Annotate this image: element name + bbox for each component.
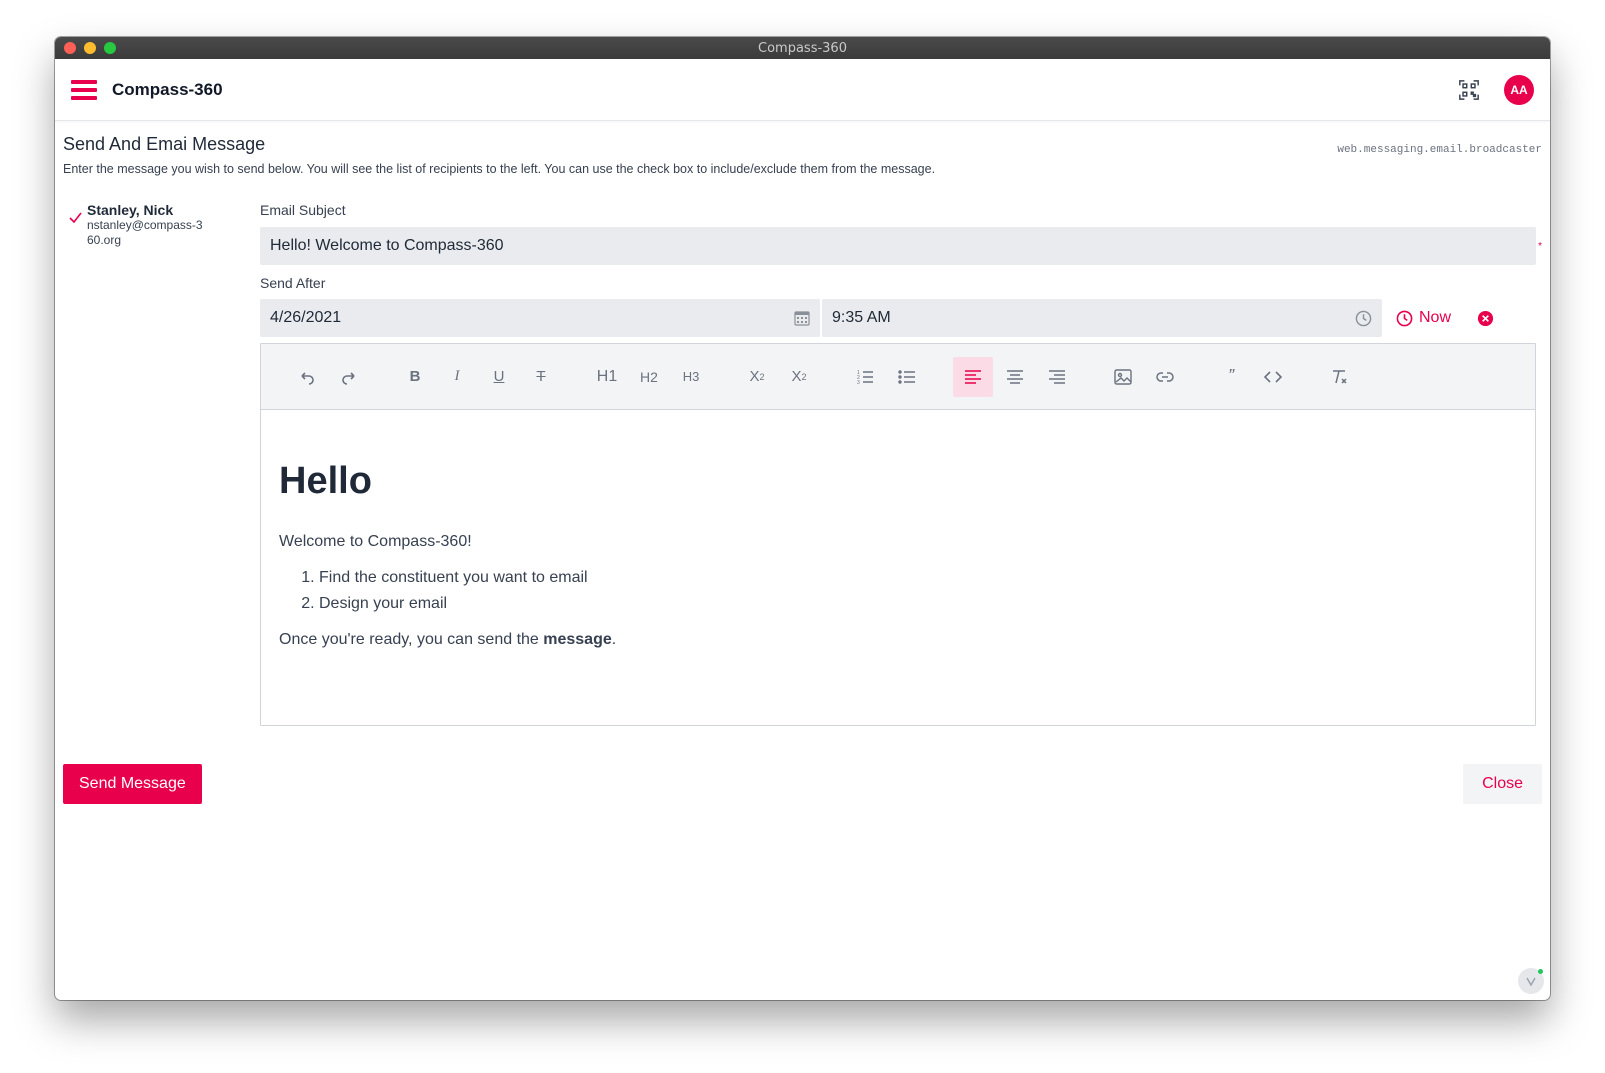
align-left-icon	[965, 369, 981, 384]
app-window: Compass-360 Compass-360 AA web.messaging…	[55, 37, 1550, 1000]
superscript-label: X	[791, 368, 802, 385]
now-label: Now	[1419, 309, 1452, 326]
route-label: web.messaging.email.broadcaster	[1337, 144, 1542, 156]
editor-paragraph: Welcome to Compass-360!	[279, 533, 472, 550]
message-form: Email Subject Hello! Welcome to Compass-…	[260, 196, 1542, 726]
main-area: Stanley, Nick nstanley@compass-360.org E…	[63, 196, 1542, 726]
bullet-list-icon	[898, 369, 915, 384]
clear-format-button[interactable]	[1319, 357, 1359, 397]
qr-code-icon[interactable]	[1458, 79, 1480, 101]
subscript-label: X	[749, 368, 760, 385]
editor-heading: Hello	[279, 460, 372, 502]
date-input[interactable]: 4/26/2021	[260, 299, 820, 337]
align-center-button[interactable]	[995, 357, 1035, 397]
clock-icon[interactable]	[1355, 310, 1372, 327]
ordered-list-button[interactable]: 123	[845, 357, 885, 397]
underline-button[interactable]: U	[479, 357, 519, 397]
strikethrough-button[interactable]: T	[521, 357, 561, 397]
subscript-button[interactable]: X2	[737, 357, 777, 397]
closing-bold-text: message	[543, 631, 612, 648]
app-header: Compass-360 AA	[55, 59, 1550, 121]
subject-label: Email Subject	[260, 202, 346, 218]
required-indicator: *	[1538, 240, 1542, 252]
time-value: 9:35 AM	[832, 309, 891, 326]
close-button[interactable]: Close	[1463, 764, 1542, 804]
align-right-icon	[1049, 369, 1065, 384]
list-item: Design your email	[319, 591, 1517, 617]
status-dot	[1538, 969, 1543, 974]
clear-datetime-button[interactable]	[1465, 299, 1505, 337]
window-controls	[64, 42, 116, 54]
insert-link-button[interactable]	[1145, 357, 1185, 397]
action-bar: Send Message Close	[63, 764, 1542, 804]
editor-toolbar: B I U T H1 H2 H3 X2 X2 1 2 3 ”	[261, 344, 1535, 410]
page-description: Enter the message you wish to send below…	[63, 162, 936, 176]
closing-text: Once you're ready, you can send the	[279, 631, 544, 648]
list-item: Find the constituent you want to email	[319, 565, 1517, 591]
recipient-list: Stanley, Nick nstanley@compass-360.org	[63, 196, 260, 726]
undo-icon	[301, 371, 314, 385]
align-center-icon	[1007, 369, 1023, 384]
page-title: Send And Emai Message	[63, 134, 266, 154]
minimize-window-button[interactable]	[84, 42, 96, 54]
send-after-label: Send After	[260, 275, 326, 291]
align-left-button[interactable]	[953, 356, 993, 397]
link-icon	[1156, 371, 1174, 382]
window-title: Compass-360	[758, 40, 847, 56]
recipient-name: Stanley, Nick	[87, 202, 174, 218]
heading1-button[interactable]: H1	[587, 357, 627, 397]
svg-text:3: 3	[857, 380, 860, 386]
clear-format-icon	[1333, 369, 1347, 384]
heading3-button[interactable]: H3	[671, 357, 711, 397]
chevron-down-icon	[1526, 977, 1536, 987]
ordered-list-icon: 123	[857, 370, 873, 386]
redo-icon	[342, 371, 355, 385]
code-icon	[1264, 370, 1282, 383]
heading2-button[interactable]: H2	[629, 357, 669, 397]
image-icon	[1114, 368, 1132, 385]
extension-badge-icon[interactable]	[1518, 968, 1544, 994]
close-window-button[interactable]	[64, 42, 76, 54]
superscript-button[interactable]: X2	[779, 357, 819, 397]
maximize-window-button[interactable]	[104, 42, 116, 54]
insert-image-button[interactable]	[1103, 357, 1143, 397]
clock-icon	[1396, 310, 1413, 326]
code-button[interactable]	[1253, 357, 1293, 397]
user-avatar[interactable]: AA	[1504, 74, 1534, 105]
recipient-item: Stanley, Nick nstanley@compass-360.org	[69, 196, 260, 248]
bold-button[interactable]: B	[395, 357, 435, 397]
app-title: Compass-360	[112, 79, 223, 99]
align-right-button[interactable]	[1037, 357, 1077, 397]
page-content: web.messaging.email.broadcaster Send And…	[55, 134, 1550, 804]
recipient-checkbox[interactable]	[69, 196, 87, 226]
now-button[interactable]: Now	[1384, 299, 1463, 337]
superscript-mark: 2	[801, 371, 807, 382]
bullet-list-button[interactable]	[887, 357, 927, 397]
editor-ordered-list: Find the constituent you want to email D…	[319, 565, 1517, 617]
redo-button[interactable]	[329, 357, 369, 397]
closing-suffix: .	[611, 631, 617, 648]
blockquote-button[interactable]: ”	[1211, 357, 1251, 397]
editor-content[interactable]: Hello Welcome to Compass-360! Find the c…	[261, 410, 1535, 725]
undo-button[interactable]	[287, 357, 327, 397]
italic-button[interactable]: I	[437, 357, 477, 397]
time-input[interactable]: 9:35 AM	[822, 299, 1382, 337]
menu-icon[interactable]	[71, 79, 97, 100]
rich-text-editor: B I U T H1 H2 H3 X2 X2 1 2 3 ” Hello Wel…	[260, 343, 1536, 726]
date-value: 4/26/2021	[270, 309, 342, 326]
send-message-button[interactable]: Send Message	[63, 764, 202, 804]
subscript-mark: 2	[759, 371, 765, 382]
calendar-icon[interactable]	[794, 310, 810, 326]
close-circle-icon	[1477, 310, 1493, 326]
editor-closing-paragraph: Once you're ready, you can send the mess…	[279, 631, 1517, 649]
subject-input[interactable]: Hello! Welcome to Compass-360	[260, 227, 1536, 265]
window-titlebar: Compass-360	[55, 37, 1550, 59]
recipient-email: nstanley@compass-360.org	[87, 218, 203, 247]
check-icon	[69, 212, 82, 224]
